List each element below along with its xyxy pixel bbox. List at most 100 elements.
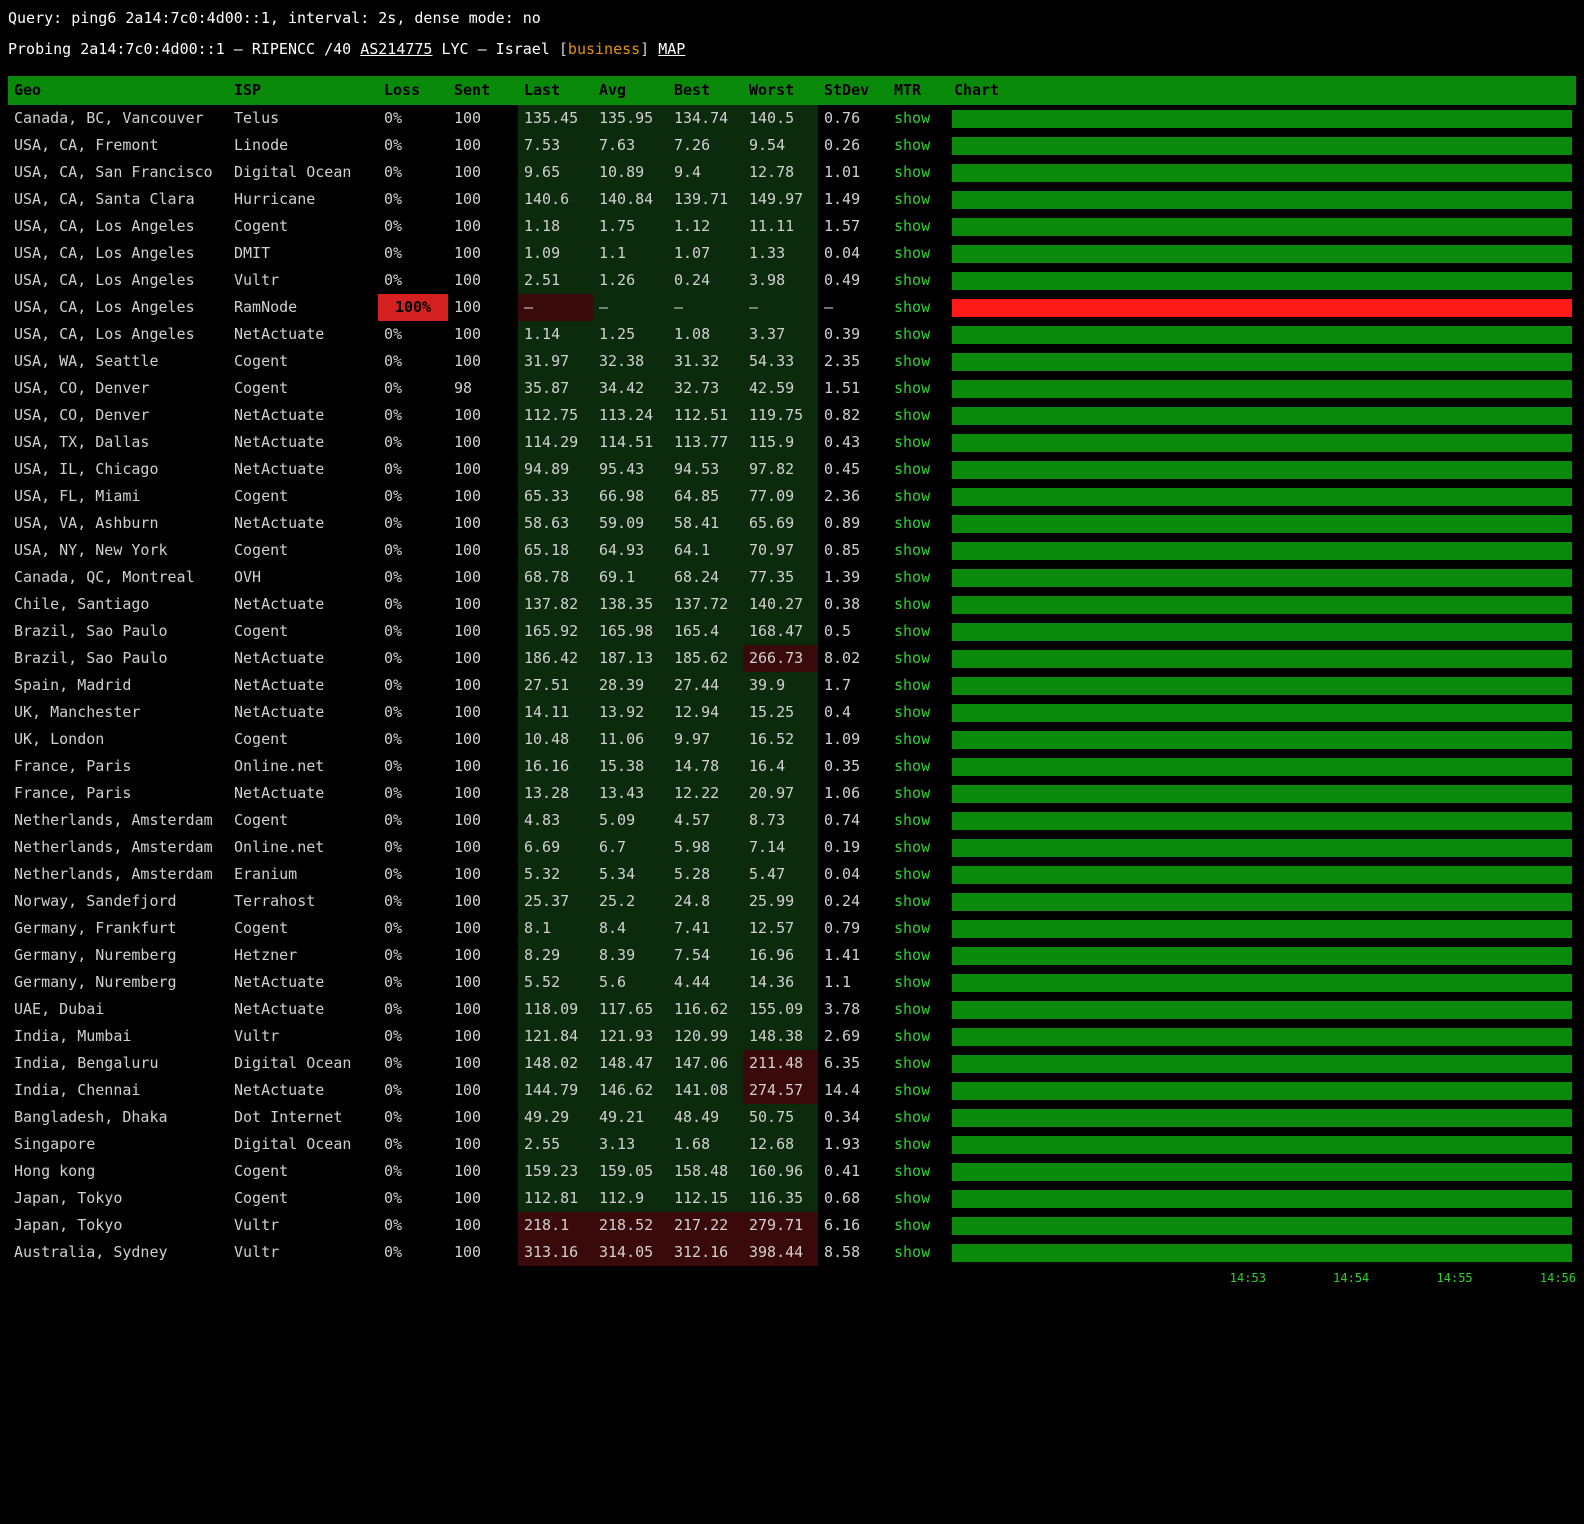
cell-worst: 25.99 [743, 888, 818, 915]
cell-geo: India, Mumbai [8, 1023, 228, 1050]
table-row: Netherlands, AmsterdamEranium0%1005.325.… [8, 861, 1576, 888]
cell-geo: Japan, Tokyo [8, 1212, 228, 1239]
cell-stdev: 8.58 [818, 1239, 888, 1266]
mtr-show-link[interactable]: show [894, 703, 930, 721]
cell-chart [948, 1239, 1576, 1266]
cell-mtr: show [888, 537, 948, 564]
mtr-show-link[interactable]: show [894, 1162, 930, 1180]
cell-loss: 0% [378, 267, 448, 294]
mtr-show-link[interactable]: show [894, 622, 930, 640]
cell-isp: Cogent [228, 213, 378, 240]
mtr-show-link[interactable]: show [894, 865, 930, 883]
mtr-show-link[interactable]: show [894, 109, 930, 127]
asn-link[interactable]: AS214775 [360, 40, 432, 58]
header-last[interactable]: Last [518, 76, 593, 105]
mtr-show-link[interactable]: show [894, 595, 930, 613]
table-row: Japan, TokyoVultr0%100218.1218.52217.222… [8, 1212, 1576, 1239]
mtr-show-link[interactable]: show [894, 1027, 930, 1045]
mtr-show-link[interactable]: show [894, 892, 930, 910]
header-sent[interactable]: Sent [448, 76, 518, 105]
header-chart[interactable]: Chart [948, 76, 1576, 105]
cell-avg: 3.13 [593, 1131, 668, 1158]
header-geo[interactable]: Geo [8, 76, 228, 105]
mtr-show-link[interactable]: show [894, 919, 930, 937]
table-row: USA, CA, Los AngelesDMIT0%1001.091.11.07… [8, 240, 1576, 267]
mtr-show-link[interactable]: show [894, 271, 930, 289]
mtr-show-link[interactable]: show [894, 379, 930, 397]
cell-worst: 77.35 [743, 564, 818, 591]
cell-stdev: 0.85 [818, 537, 888, 564]
mtr-show-link[interactable]: show [894, 568, 930, 586]
mtr-show-link[interactable]: show [894, 514, 930, 532]
mtr-show-link[interactable]: show [894, 973, 930, 991]
mtr-show-link[interactable]: show [894, 1000, 930, 1018]
mtr-show-link[interactable]: show [894, 433, 930, 451]
mtr-show-link[interactable]: show [894, 811, 930, 829]
mtr-show-link[interactable]: show [894, 217, 930, 235]
mtr-show-link[interactable]: show [894, 946, 930, 964]
mtr-show-link[interactable]: show [894, 406, 930, 424]
mtr-show-link[interactable]: show [894, 163, 930, 181]
header-loss[interactable]: Loss [378, 76, 448, 105]
mtr-show-link[interactable]: show [894, 784, 930, 802]
header-stdev[interactable]: StDev [818, 76, 888, 105]
cell-best: 9.97 [668, 726, 743, 753]
cell-stdev: — [818, 294, 888, 321]
mini-chart [952, 596, 1572, 614]
header-isp[interactable]: ISP [228, 76, 378, 105]
mtr-show-link[interactable]: show [894, 487, 930, 505]
cell-best: 158.48 [668, 1158, 743, 1185]
header-mtr[interactable]: MTR [888, 76, 948, 105]
mtr-show-link[interactable]: show [894, 1189, 930, 1207]
cell-loss: 0% [378, 1131, 448, 1158]
cell-best: 217.22 [668, 1212, 743, 1239]
mini-chart [952, 245, 1572, 263]
cell-mtr: show [888, 996, 948, 1023]
mtr-show-link[interactable]: show [894, 1108, 930, 1126]
cell-chart [948, 996, 1576, 1023]
cell-mtr: show [888, 483, 948, 510]
header-best[interactable]: Best [668, 76, 743, 105]
cell-best: 113.77 [668, 429, 743, 456]
mtr-show-link[interactable]: show [894, 136, 930, 154]
mtr-show-link[interactable]: show [894, 649, 930, 667]
cell-mtr: show [888, 780, 948, 807]
cell-loss: 0% [378, 861, 448, 888]
mtr-show-link[interactable]: show [894, 1135, 930, 1153]
cell-avg: 138.35 [593, 591, 668, 618]
mtr-show-link[interactable]: show [894, 676, 930, 694]
table-row: USA, IL, ChicagoNetActuate0%10094.8995.4… [8, 456, 1576, 483]
mtr-show-link[interactable]: show [894, 352, 930, 370]
mtr-show-link[interactable]: show [894, 460, 930, 478]
header-worst[interactable]: Worst [743, 76, 818, 105]
mtr-show-link[interactable]: show [894, 1216, 930, 1234]
cell-stdev: 6.16 [818, 1212, 888, 1239]
cell-last: 144.79 [518, 1077, 593, 1104]
table-row: USA, CO, DenverNetActuate0%100112.75113.… [8, 402, 1576, 429]
mtr-show-link[interactable]: show [894, 325, 930, 343]
mtr-show-link[interactable]: show [894, 541, 930, 559]
mtr-show-link[interactable]: show [894, 1054, 930, 1072]
mtr-show-link[interactable]: show [894, 244, 930, 262]
mtr-show-link[interactable]: show [894, 298, 930, 316]
mtr-show-link[interactable]: show [894, 190, 930, 208]
cell-sent: 100 [448, 1212, 518, 1239]
mini-chart [952, 1136, 1572, 1154]
cell-stdev: 1.39 [818, 564, 888, 591]
mtr-show-link[interactable]: show [894, 730, 930, 748]
map-link[interactable]: MAP [658, 40, 685, 58]
cell-mtr: show [888, 429, 948, 456]
cell-avg: 5.09 [593, 807, 668, 834]
cell-chart [948, 159, 1576, 186]
cell-worst: 149.97 [743, 186, 818, 213]
header-avg[interactable]: Avg [593, 76, 668, 105]
cell-mtr: show [888, 159, 948, 186]
mtr-show-link[interactable]: show [894, 1081, 930, 1099]
cell-geo: Australia, Sydney [8, 1239, 228, 1266]
mtr-show-link[interactable]: show [894, 757, 930, 775]
cell-chart [948, 1131, 1576, 1158]
cell-loss: 0% [378, 483, 448, 510]
table-row: Hong kongCogent0%100159.23159.05158.4816… [8, 1158, 1576, 1185]
mtr-show-link[interactable]: show [894, 1243, 930, 1261]
mtr-show-link[interactable]: show [894, 838, 930, 856]
